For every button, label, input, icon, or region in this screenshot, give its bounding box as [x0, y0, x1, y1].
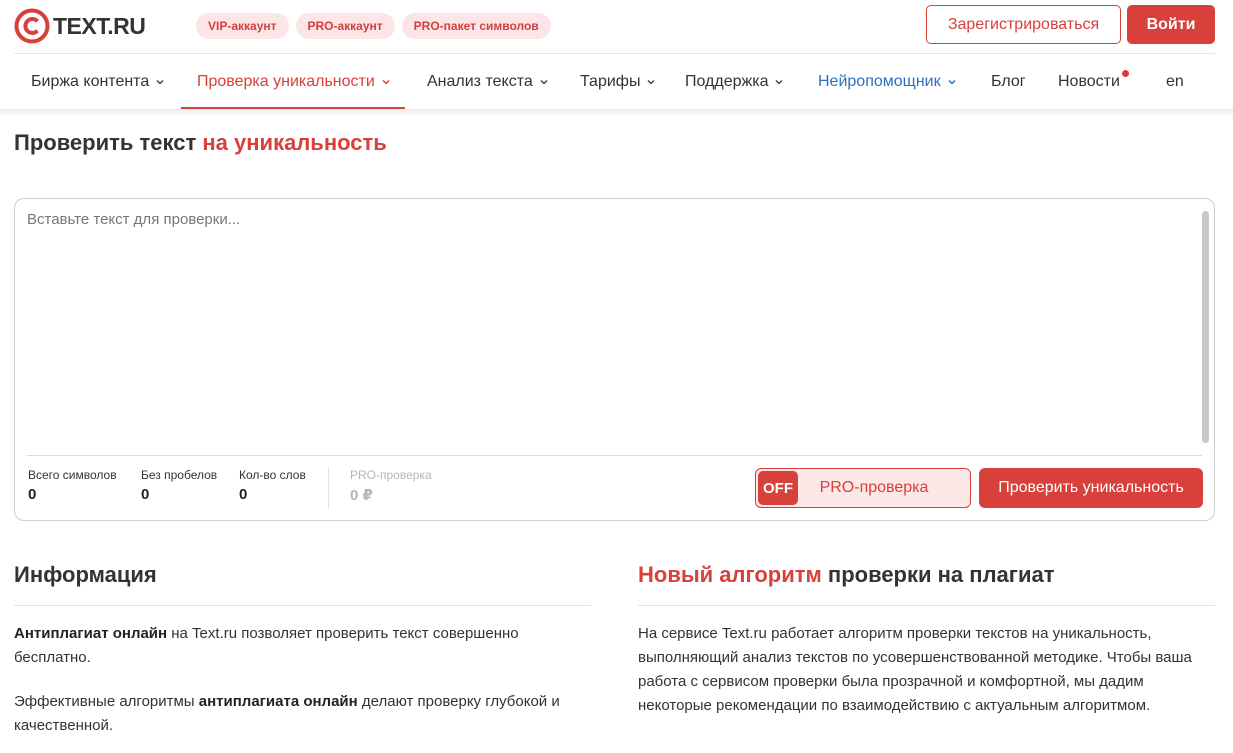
main-nav: Биржа контента Проверка уникальности Ана…	[0, 54, 1233, 109]
stat-value: 0	[141, 486, 150, 503]
nav-item-label: Проверка уникальности	[197, 72, 375, 90]
page-title-accent: на уникальность	[202, 130, 387, 155]
chevron-down-icon	[540, 79, 548, 85]
info-paragraph-1: Антиплагиат онлайн на Text.ru позволяет …	[14, 622, 584, 670]
chevron-down-icon	[156, 79, 164, 85]
nav-item-label: en	[1166, 72, 1184, 90]
info-title: Информация	[14, 562, 157, 587]
nav-item-label: Новости	[1058, 72, 1120, 90]
stat-label: Всего символов	[28, 468, 117, 482]
register-button[interactable]: Зарегистрироваться	[926, 5, 1121, 44]
stat-label: Кол-во слов	[239, 468, 306, 482]
text-input[interactable]	[27, 211, 1195, 451]
chevron-down-icon	[948, 79, 956, 85]
nav-item-uniqueness-check[interactable]: Проверка уникальности	[181, 54, 405, 109]
chevron-down-icon	[647, 79, 655, 85]
algo-title: Новый алгоритм проверки на плагиат	[638, 562, 1054, 588]
algo-title-rest: проверки на плагиат	[821, 562, 1055, 587]
stat-pro-price: PRO-проверка 0 ₽	[350, 468, 432, 504]
nav-item-label: Анализ текста	[427, 72, 533, 90]
chevron-down-icon	[382, 79, 390, 85]
nav-item-language-en[interactable]: en	[1166, 54, 1184, 109]
stat-label: Без пробелов	[141, 468, 218, 482]
algo-paragraph: На сервисе Text.ru работает алгоритм про…	[638, 625, 1192, 714]
stat-total-chars: Всего символов 0	[28, 468, 117, 503]
nav-item-support[interactable]: Поддержка	[685, 54, 784, 109]
nav-item-text-analysis[interactable]: Анализ текста	[427, 54, 549, 109]
promo-vip-pill[interactable]: VIP-аккаунт	[196, 13, 289, 39]
page-title: Проверить текст на уникальность	[14, 130, 387, 156]
info-divider	[14, 605, 591, 606]
promo-pills: VIP-аккаунт PRO-аккаунт PRO-пакет символ…	[196, 13, 551, 39]
page-title-main: Проверить текст	[14, 130, 203, 155]
nav-item-pricing[interactable]: Тарифы	[580, 54, 656, 109]
notification-dot	[1121, 70, 1129, 77]
chevron-down-icon	[775, 79, 783, 85]
nav-item-blog[interactable]: Блог	[991, 54, 1026, 109]
algo-divider	[638, 605, 1215, 606]
editor-divider	[27, 455, 1202, 456]
pro-toggle-label: PRO-проверка	[819, 479, 929, 496]
stat-value: 0	[28, 486, 37, 503]
copyright-logo-icon	[14, 8, 50, 44]
stat-word-count: Кол-во слов 0	[239, 468, 306, 503]
nav-item-content-exchange[interactable]: Биржа контента	[31, 54, 165, 109]
stat-value: 0 ₽	[350, 487, 373, 504]
stat-label: PRO-проверка	[350, 468, 432, 482]
nav-item-label: Нейропомощник	[818, 72, 941, 90]
info-p2-bold: антиплагиата онлайн	[198, 693, 358, 710]
stat-value: 0	[239, 486, 248, 503]
info-p1-bold: Антиплагиат онлайн	[14, 625, 168, 642]
info-p2-start: Эффективные алгоритмы	[14, 693, 199, 710]
promo-pro-pack-pill[interactable]: PRO-пакет символов	[401, 13, 551, 39]
check-uniqueness-button[interactable]: Проверить уникальность	[979, 468, 1203, 508]
pro-check-toggle[interactable]: OFF PRO-проверка	[755, 468, 971, 508]
nav-shadow	[0, 109, 1233, 117]
top-bar: TEXT.RU VIP-аккаунт PRO-аккаунт PRO-паке…	[0, 0, 1233, 53]
nav-item-label: Блог	[991, 72, 1026, 90]
stat-no-spaces: Без пробелов 0	[141, 468, 217, 503]
promo-pro-pill[interactable]: PRO-аккаунт	[295, 13, 395, 39]
toggle-off-badge: OFF	[758, 471, 798, 505]
nav-item-label: Биржа контента	[31, 72, 150, 90]
algo-title-accent: Новый алгоритм	[638, 562, 822, 587]
login-button[interactable]: Войти	[1127, 5, 1215, 44]
editor-scrollbar[interactable]	[1202, 211, 1209, 443]
logo-text: TEXT.RU	[53, 12, 146, 39]
nav-item-neuro-assistant[interactable]: Нейропомощник	[818, 54, 957, 109]
nav-item-label: Поддержка	[685, 72, 769, 90]
nav-item-label: Тарифы	[580, 72, 641, 90]
text-check-editor: Всего символов 0 Без пробелов 0 Кол-во с…	[14, 198, 1215, 521]
stat-separator	[328, 467, 329, 509]
info-paragraph-2: Эффективные алгоритмы антиплагиата онлай…	[14, 690, 594, 738]
nav-item-news[interactable]: Новости	[1058, 54, 1129, 109]
logo[interactable]: TEXT.RU	[14, 8, 146, 44]
